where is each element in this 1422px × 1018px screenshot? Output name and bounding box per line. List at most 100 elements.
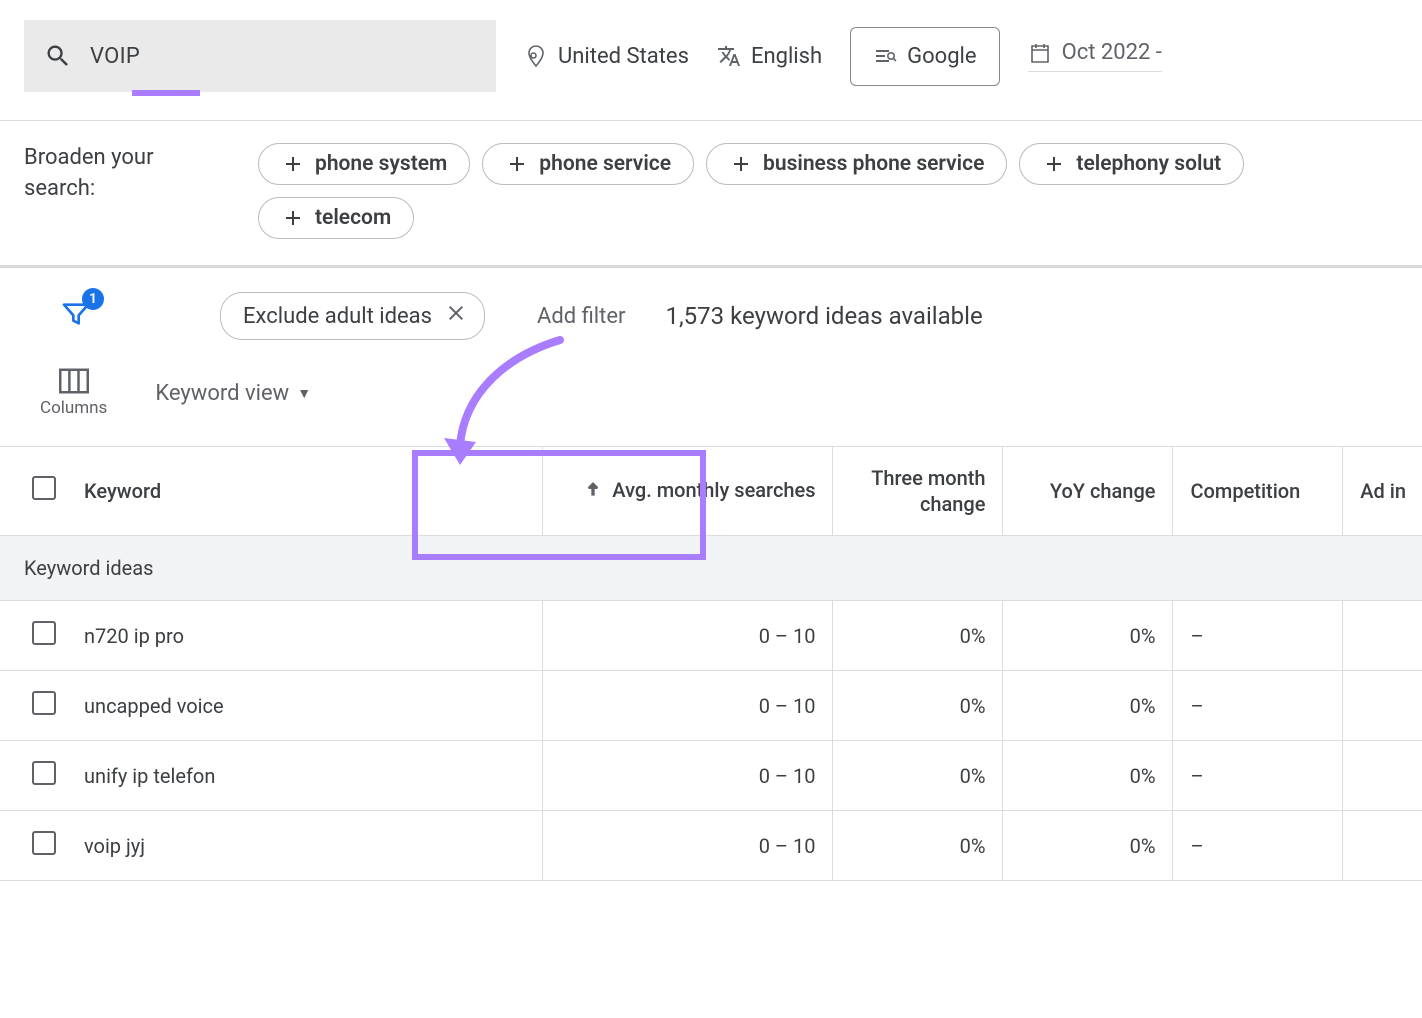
cell-three-month: 0%	[832, 601, 1002, 671]
keyword-ideas-table: Keyword Avg. monthly searches Three mont…	[0, 446, 1422, 881]
location-label: United States	[558, 44, 689, 69]
network-icon	[873, 44, 897, 68]
table-row: unify ip telefon0 – 100%0%–	[0, 741, 1422, 811]
row-checkbox[interactable]	[32, 831, 56, 855]
row-checkbox-cell	[0, 671, 60, 741]
cell-keyword: voip jyj	[60, 811, 542, 881]
chip-label: telephony solut	[1076, 152, 1221, 176]
ideas-available-count: 1,573 keyword ideas available	[665, 302, 982, 330]
remove-filter-button[interactable]	[444, 301, 468, 331]
cell-ad	[1342, 811, 1422, 881]
network-filter[interactable]: Google	[850, 27, 999, 86]
location-pin-icon	[524, 44, 548, 68]
cell-avg-searches: 0 – 10	[542, 601, 832, 671]
broaden-chips: phone system phone service business phon…	[258, 143, 1398, 239]
broaden-search-section: Broaden your search: phone system phone …	[0, 121, 1422, 268]
cell-yoy: 0%	[1002, 601, 1172, 671]
cell-yoy: 0%	[1002, 671, 1172, 741]
location-filter[interactable]: United States	[524, 44, 689, 69]
language-label: English	[751, 44, 822, 69]
row-checkbox-cell	[0, 811, 60, 881]
plus-icon	[1042, 152, 1066, 176]
search-underline	[132, 90, 200, 96]
broaden-chip[interactable]: business phone service	[706, 143, 1007, 185]
cell-ad	[1342, 671, 1422, 741]
header-ad-impressions[interactable]: Ad in	[1342, 447, 1422, 536]
row-checkbox-cell	[0, 741, 60, 811]
add-filter-button[interactable]: Add filter	[537, 304, 625, 329]
plus-icon	[281, 152, 305, 176]
cell-three-month: 0%	[832, 741, 1002, 811]
plus-icon	[281, 206, 305, 230]
cell-three-month: 0%	[832, 811, 1002, 881]
chip-label: telecom	[315, 206, 391, 230]
columns-label: Columns	[40, 398, 107, 418]
header-avg-monthly-searches[interactable]: Avg. monthly searches	[542, 447, 832, 536]
cell-competition: –	[1172, 741, 1342, 811]
search-box[interactable]: VOIP	[24, 20, 496, 92]
calendar-icon	[1028, 41, 1052, 65]
language-filter[interactable]: English	[717, 44, 822, 69]
active-filter-chip[interactable]: Exclude adult ideas	[220, 292, 485, 340]
plus-icon	[505, 152, 529, 176]
top-filters-bar: VOIP United States English Google Oct 20…	[0, 0, 1422, 121]
dropdown-icon: ▼	[297, 385, 311, 402]
cell-competition: –	[1172, 811, 1342, 881]
cell-ad	[1342, 741, 1422, 811]
cell-keyword: unify ip telefon	[60, 741, 542, 811]
view-controls-row: Columns Keyword view ▼	[0, 356, 1422, 446]
broaden-chip[interactable]: phone service	[482, 143, 694, 185]
table-row: n720 ip pro0 – 100%0%–	[0, 601, 1422, 671]
row-checkbox[interactable]	[32, 691, 56, 715]
row-checkbox[interactable]	[32, 621, 56, 645]
plus-icon	[729, 152, 753, 176]
broaden-chip[interactable]: phone system	[258, 143, 470, 185]
table-row: voip jyj0 – 100%0%–	[0, 811, 1422, 881]
chip-label: phone system	[315, 152, 447, 176]
view-select-label: Keyword view	[155, 381, 289, 406]
chip-label: phone service	[539, 152, 671, 176]
row-checkbox[interactable]	[32, 761, 56, 785]
cell-avg-searches: 0 – 10	[542, 671, 832, 741]
cell-yoy: 0%	[1002, 811, 1172, 881]
cell-avg-searches: 0 – 10	[542, 811, 832, 881]
cell-competition: –	[1172, 671, 1342, 741]
row-checkbox-cell	[0, 601, 60, 671]
broaden-chip[interactable]: telecom	[258, 197, 414, 239]
cell-yoy: 0%	[1002, 741, 1172, 811]
filters-toolbar: 1 Exclude adult ideas Add filter 1,573 k…	[0, 268, 1422, 356]
close-icon	[444, 301, 468, 325]
cell-ad	[1342, 601, 1422, 671]
header-three-month[interactable]: Three month change	[832, 447, 1002, 536]
cell-competition: –	[1172, 601, 1342, 671]
select-all-checkbox[interactable]	[32, 476, 56, 500]
columns-button[interactable]: Columns	[40, 368, 107, 418]
columns-icon	[59, 368, 89, 394]
translate-icon	[717, 44, 741, 68]
cell-avg-searches: 0 – 10	[542, 741, 832, 811]
search-query: VOIP	[90, 44, 140, 69]
cell-keyword: uncapped voice	[60, 671, 542, 741]
header-avg-label: Avg. monthly searches	[612, 478, 815, 502]
table-row: uncapped voice0 – 100%0%–	[0, 671, 1422, 741]
sort-ascending-icon	[583, 479, 603, 505]
header-keyword[interactable]: Keyword	[60, 447, 542, 536]
cell-three-month: 0%	[832, 671, 1002, 741]
header-competition[interactable]: Competition	[1172, 447, 1342, 536]
section-header-label: Keyword ideas	[0, 536, 1422, 601]
section-header-row: Keyword ideas	[0, 536, 1422, 601]
broaden-label: Broaden your search:	[24, 143, 224, 205]
header-yoy[interactable]: YoY change	[1002, 447, 1172, 536]
cell-keyword: n720 ip pro	[60, 601, 542, 671]
search-icon	[44, 42, 72, 70]
keyword-view-select[interactable]: Keyword view ▼	[155, 381, 311, 406]
chip-label: business phone service	[763, 152, 984, 176]
filter-funnel-button[interactable]: 1	[60, 298, 92, 334]
network-label: Google	[907, 44, 976, 69]
header-checkbox-cell	[0, 447, 60, 536]
date-range-label: Oct 2022 -	[1062, 40, 1162, 65]
broaden-chip[interactable]: telephony solut	[1019, 143, 1244, 185]
date-range-filter[interactable]: Oct 2022 -	[1028, 40, 1162, 72]
filter-count-badge: 1	[82, 288, 104, 310]
active-filter-label: Exclude adult ideas	[243, 304, 432, 329]
